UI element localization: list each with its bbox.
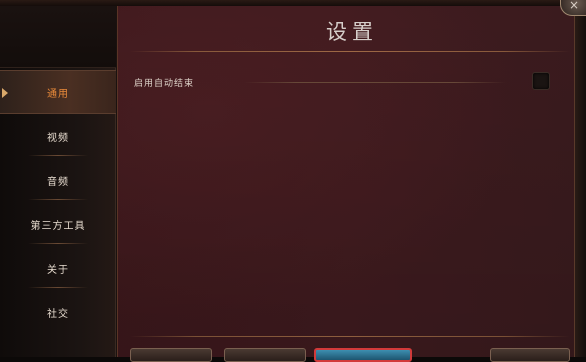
sidebar-item-about[interactable]: 关于 (0, 246, 116, 290)
sidebar-item-label: 音频 (47, 176, 69, 188)
sidebar-item-general[interactable]: 通用 (0, 70, 116, 114)
sidebar-item-video[interactable]: 视频 (0, 114, 116, 158)
close-button[interactable]: × (560, 0, 586, 16)
window-right-edge (574, 6, 586, 357)
setting-label-auto-end: 启用自动结束 (134, 79, 195, 89)
settings-window: 通用 视频 音频 第三方工具 关于 社交 设置 启用自动结束 × (0, 0, 586, 362)
sidebar-item-third-party-tools[interactable]: 第三方工具 (0, 202, 116, 246)
title-divider (130, 51, 570, 52)
page-title: 设置 (326, 20, 378, 44)
sidebar-divider (28, 287, 88, 288)
sidebar-divider (28, 243, 88, 244)
footer-divider (130, 336, 570, 337)
auto-end-checkbox[interactable] (532, 72, 550, 90)
footer-button-1[interactable] (130, 348, 212, 362)
footer-button-highlighted[interactable] (314, 348, 412, 362)
footer-button-4[interactable] (490, 348, 570, 362)
settings-content-panel: 设置 启用自动结束 (117, 6, 574, 357)
sidebar-divider (28, 155, 88, 156)
setting-row-divider (244, 82, 506, 83)
setting-row-auto-end: 启用自动结束 (134, 74, 554, 92)
settings-sidebar: 通用 视频 音频 第三方工具 关于 社交 (0, 6, 116, 357)
sidebar-item-label: 社交 (47, 308, 69, 320)
sidebar-item-audio[interactable]: 音频 (0, 158, 116, 202)
sidebar-item-social[interactable]: 社交 (0, 290, 116, 334)
sidebar-divider (28, 199, 88, 200)
sidebar-header-decoration (0, 6, 116, 68)
sidebar-item-label: 视频 (47, 132, 69, 144)
sidebar-item-label: 关于 (47, 264, 69, 276)
footer-button-2[interactable] (224, 348, 306, 362)
close-icon: × (568, 0, 580, 12)
sidebar-item-label: 通用 (47, 88, 69, 100)
sidebar-item-label: 第三方工具 (30, 220, 86, 232)
